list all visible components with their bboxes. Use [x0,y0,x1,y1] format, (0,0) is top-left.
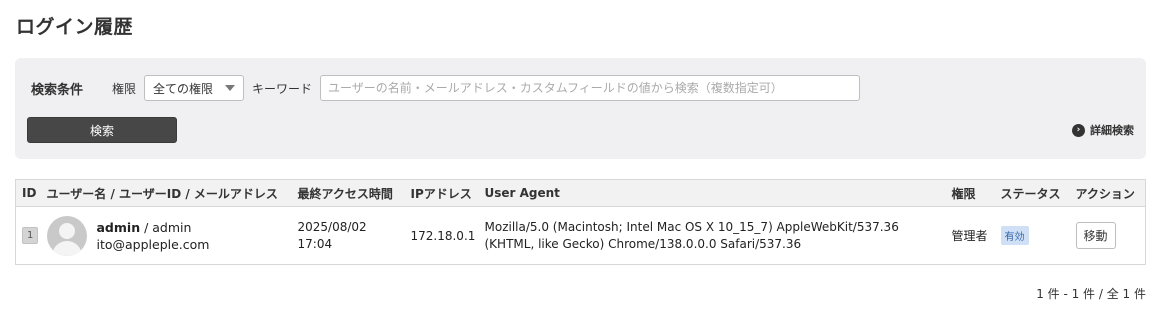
row-user-agent-cell: Mozilla/5.0 (Macintosh; Intel Mac OS X 1… [479,207,946,265]
pagination-summary: 1 件 - 1 件 / 全 1 件 [1036,287,1146,301]
user-email: ito@appleple.com [96,236,210,252]
login-history-table: ID ユーザー名 / ユーザーID / メールアドレス 最終アクセス時間 IPア… [15,179,1146,265]
username[interactable]: admin [97,220,141,235]
move-button[interactable]: 移動 [1075,222,1116,249]
table-row: 1 admin / admin ito@appleple.com 2025/08… [16,207,1146,265]
header-user: ユーザー名 / ユーザーID / メールアドレス [40,179,292,207]
header-role: 権限 [945,179,995,207]
keyword-search-input[interactable] [320,75,860,101]
role-filter-value: 全ての権限 [153,81,214,96]
user-agent-line-1: Mozilla/5.0 (Macintosh; Intel Mac OS X 1… [484,219,899,234]
search-conditions-label: 検索条件 [31,83,84,98]
search-button[interactable]: 検索 [27,117,177,143]
header-ip: IPアドレス [404,179,479,207]
row-ip-cell: 172.18.0.1 [410,228,476,243]
role-filter-label: 権限 [112,82,137,96]
row-last-access-cell: 2025/08/02 17:04 [292,207,405,265]
header-id: ID [15,179,41,207]
detail-search-link[interactable]: › 詳細検索 [1072,122,1134,138]
row-id-cell: 1 [16,207,41,265]
row-action-cell: 移動 [1070,207,1146,265]
user-id: admin [152,219,192,235]
header-status: ステータス [994,179,1070,207]
page-title: ログイン履歴 [16,16,134,38]
role-filter-select[interactable]: 全ての権限 [144,75,244,101]
status-badge: 有効 [1000,226,1029,245]
table-header-row: ID ユーザー名 / ユーザーID / メールアドレス 最終アクセス時間 IPア… [15,179,1146,207]
detail-search-label: 詳細検索 [1090,124,1134,137]
last-access-time: 17:04 [297,236,333,251]
row-status-cell: 有効 [995,207,1070,265]
header-last-access: 最終アクセス時間 [291,179,405,207]
id-badge: 1 [22,227,39,244]
row-role-cell: 管理者 [951,229,988,243]
row-user-cell: admin / admin ito@appleple.com [41,207,292,265]
user-agent-line-2: (KHTML, like Gecko) Chrome/138.0.0.0 Saf… [484,236,802,251]
search-panel: 検索条件 権限 全ての権限 キーワード 検索 › 詳細検索 [15,58,1146,159]
keyword-label: キーワード [252,82,313,96]
user-separator: / [140,219,153,235]
caret-down-icon [225,85,235,91]
last-access-date: 2025/08/02 [297,219,367,234]
header-user-agent: User Agent [478,179,946,207]
avatar [46,215,87,256]
header-action: アクション [1069,179,1146,207]
chevron-right-circle-icon: › [1072,123,1085,137]
